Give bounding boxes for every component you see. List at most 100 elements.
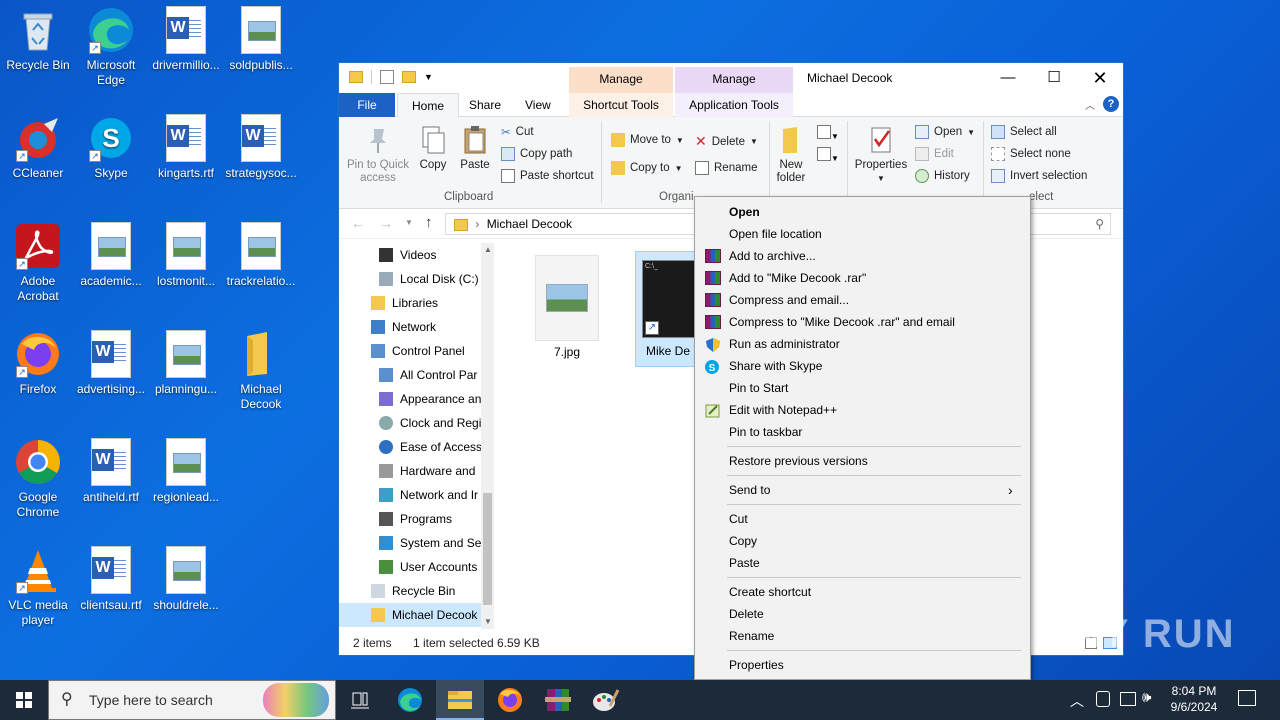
nav-item-libraries[interactable]: Libraries bbox=[339, 291, 493, 315]
properties-button[interactable]: Properties ▼ bbox=[853, 125, 909, 185]
select-all-button[interactable]: Select all bbox=[991, 125, 1057, 139]
properties-icon[interactable] bbox=[380, 70, 394, 84]
copy-button[interactable]: Copy bbox=[415, 125, 451, 172]
collapse-ribbon-icon[interactable]: ︿ bbox=[1085, 97, 1095, 112]
desktop-icon-recycle-bin[interactable]: Recycle Bin bbox=[0, 6, 76, 73]
tab-application-tools[interactable]: Application Tools bbox=[675, 93, 793, 117]
scroll-down-icon[interactable]: ▼ bbox=[484, 617, 492, 626]
device-icon[interactable] bbox=[1096, 691, 1110, 707]
file-item-selected[interactable]: C:\_ ↗ Mike De bbox=[635, 251, 695, 367]
move-to-button[interactable]: Move to ▼ bbox=[611, 133, 684, 147]
copy-path-button[interactable]: Copy path bbox=[501, 147, 572, 161]
nav-item-recycle-bin[interactable]: Recycle Bin bbox=[339, 579, 493, 603]
tab-file[interactable]: File bbox=[339, 93, 395, 117]
desktop-icon-firefox[interactable]: ↗ Firefox bbox=[0, 330, 76, 397]
paste-shortcut-button[interactable]: Paste shortcut bbox=[501, 169, 594, 183]
menu-item-compress-to-rar-email[interactable]: Compress to "Mike Decook .rar" and email bbox=[695, 311, 1030, 333]
nav-item-ease-of-access[interactable]: Ease of Access bbox=[339, 435, 493, 459]
menu-item-copy[interactable]: Copy bbox=[695, 530, 1030, 552]
nav-item-local-disk[interactable]: Local Disk (C:) bbox=[339, 267, 493, 291]
menu-item-pin-to-start[interactable]: Pin to Start bbox=[695, 377, 1030, 399]
easy-access-icon[interactable]: ▼ bbox=[817, 147, 839, 164]
menu-item-properties[interactable]: Properties bbox=[695, 654, 1030, 676]
desktop-icon-file[interactable]: shouldrele... bbox=[148, 546, 224, 613]
desktop-icon-file[interactable]: W kingarts.rtf bbox=[148, 114, 224, 181]
taskbar-explorer-button[interactable] bbox=[436, 680, 484, 720]
desktop-icon-adobe-acrobat[interactable]: ↗ Adobe Acrobat bbox=[0, 222, 76, 304]
scroll-up-icon[interactable]: ▲ bbox=[484, 245, 492, 254]
chevron-down-icon[interactable]: ▼ bbox=[424, 72, 433, 82]
desktop-icon-edge[interactable]: ↗ Microsoft Edge bbox=[73, 6, 149, 88]
invert-selection-button[interactable]: Invert selection bbox=[991, 169, 1087, 183]
history-button[interactable]: History bbox=[915, 169, 970, 183]
tab-view[interactable]: View bbox=[511, 93, 565, 117]
edit-button[interactable]: Edit bbox=[915, 147, 954, 161]
forward-arrow-icon[interactable]: → bbox=[379, 215, 393, 231]
menu-item-add-to-archive[interactable]: Add to archive... bbox=[695, 245, 1030, 267]
taskbar-firefox-button[interactable] bbox=[486, 680, 534, 720]
chevron-up-icon[interactable]: ︿ bbox=[1070, 691, 1084, 711]
address-bar[interactable]: › Michael Decook bbox=[445, 213, 695, 235]
nav-item-control-panel[interactable]: Control Panel bbox=[339, 339, 493, 363]
nav-item-hardware[interactable]: Hardware and bbox=[339, 459, 493, 483]
desktop-icon-file[interactable]: lostmonit... bbox=[148, 222, 224, 289]
tab-share[interactable]: Share bbox=[455, 93, 515, 117]
tab-manage-shortcut[interactable]: Manage bbox=[569, 67, 673, 93]
menu-item-restore-previous-versions[interactable]: Restore previous versions bbox=[695, 450, 1030, 472]
close-button[interactable]: ✕ bbox=[1077, 63, 1123, 93]
select-none-button[interactable]: Select none bbox=[991, 147, 1071, 161]
copy-to-button[interactable]: Copy to ▼ bbox=[611, 161, 683, 175]
start-button[interactable] bbox=[0, 680, 48, 720]
new-folder-icon[interactable] bbox=[402, 71, 416, 83]
menu-item-cut[interactable]: Cut bbox=[695, 508, 1030, 530]
pin-quick-access-button[interactable]: Pin to Quick access bbox=[345, 125, 411, 185]
nav-item-videos[interactable]: Videos bbox=[339, 243, 493, 267]
nav-scrollbar[interactable]: ▲ ▼ bbox=[481, 243, 494, 629]
tab-home[interactable]: Home bbox=[397, 93, 460, 118]
task-view-button[interactable] bbox=[336, 680, 384, 720]
delete-button[interactable]: ✕ Delete ▼ bbox=[695, 133, 758, 150]
help-icon[interactable]: ? bbox=[1103, 96, 1119, 112]
desktop-icon-file[interactable]: W drivermillio... bbox=[148, 6, 224, 73]
nav-item-clock[interactable]: Clock and Regi bbox=[339, 411, 493, 435]
network-icon[interactable] bbox=[1120, 692, 1136, 706]
menu-item-delete[interactable]: Delete bbox=[695, 603, 1030, 625]
maximize-button[interactable]: ☐ bbox=[1031, 63, 1077, 93]
desktop-icon-skype[interactable]: S ↗ Skype bbox=[73, 114, 149, 181]
desktop-icon-ccleaner[interactable]: ↗ CCleaner bbox=[0, 114, 76, 181]
taskbar-edge-button[interactable] bbox=[386, 680, 434, 720]
back-arrow-icon[interactable]: ← bbox=[351, 215, 365, 231]
paste-button[interactable]: Paste bbox=[457, 125, 493, 172]
notifications-icon[interactable] bbox=[1238, 690, 1256, 706]
volume-icon[interactable]: 🕪 bbox=[1142, 689, 1151, 706]
breadcrumb[interactable]: Michael Decook bbox=[487, 217, 572, 231]
nav-item-appearance[interactable]: Appearance an bbox=[339, 387, 493, 411]
tab-manage-application[interactable]: Manage bbox=[675, 67, 793, 93]
desktop-icon-vlc[interactable]: ↗ VLC media player bbox=[0, 546, 76, 628]
menu-item-edit-notepadpp[interactable]: Edit with Notepad++ bbox=[695, 399, 1030, 421]
desktop-icon-file[interactable]: regionlead... bbox=[148, 438, 224, 505]
minimize-button[interactable]: — bbox=[985, 63, 1031, 93]
desktop-icon-file[interactable]: planningu... bbox=[148, 330, 224, 397]
menu-item-send-to[interactable]: Send to › bbox=[695, 479, 1030, 501]
new-item-icon[interactable]: ▼ bbox=[817, 125, 839, 142]
cut-button[interactable]: ✂ Cut bbox=[501, 125, 534, 139]
desktop-icon-file[interactable]: W antiheld.rtf bbox=[73, 438, 149, 505]
menu-item-open-file-location[interactable]: Open file location bbox=[695, 223, 1030, 245]
nav-item-user-accounts[interactable]: User Accounts bbox=[339, 555, 493, 579]
menu-item-add-to-rar[interactable]: Add to "Mike Decook .rar" bbox=[695, 267, 1030, 289]
nav-item-system[interactable]: System and Se bbox=[339, 531, 493, 555]
new-folder-button[interactable]: New folder bbox=[771, 125, 811, 185]
desktop-icon-file[interactable]: W strategysoc... bbox=[223, 114, 299, 181]
open-button[interactable]: Open ▼ bbox=[915, 125, 975, 139]
nav-item-programs[interactable]: Programs bbox=[339, 507, 493, 531]
chevron-down-icon[interactable]: ▼ bbox=[405, 218, 413, 227]
taskbar-clock[interactable]: 8:04 PM 9/6/2024 bbox=[1166, 683, 1222, 715]
nav-item-network[interactable]: Network bbox=[339, 315, 493, 339]
menu-item-pin-to-taskbar[interactable]: Pin to taskbar bbox=[695, 421, 1030, 443]
taskbar-search-box[interactable]: ⚲ Type here to search bbox=[48, 680, 336, 720]
desktop-icon-google-chrome[interactable]: Google Chrome bbox=[0, 438, 76, 520]
menu-item-compress-email[interactable]: Compress and email... bbox=[695, 289, 1030, 311]
desktop-icon-file[interactable]: trackrelatio... bbox=[223, 222, 299, 289]
file-item[interactable]: 7.jpg bbox=[529, 255, 605, 359]
